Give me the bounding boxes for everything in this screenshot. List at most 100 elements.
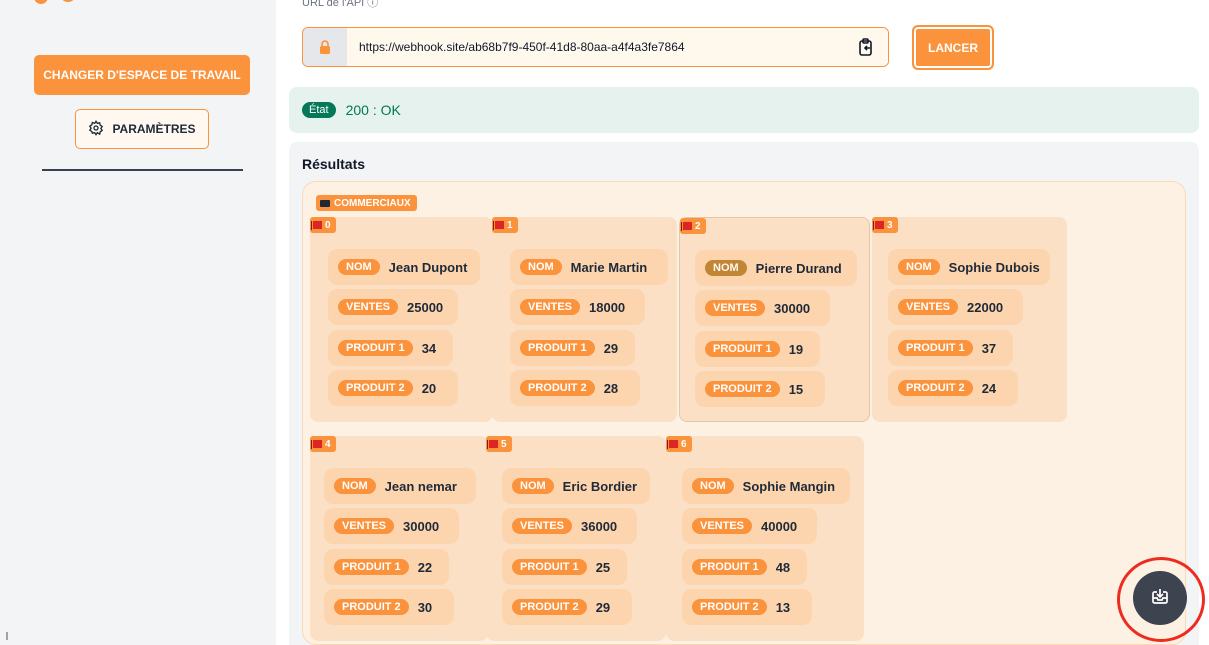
clipboard-icon[interactable] [844,28,888,66]
field-produit1: PRODUIT 1 22 [324,549,449,585]
field-key-pill: VENTES [705,300,766,316]
record-index-tag: 4 [310,436,336,452]
field-value: Eric Bordier [562,478,638,494]
field-key-pill: PRODUIT 1 [520,340,595,356]
group-tag: COMMERCIAUX [316,195,417,211]
flag-icon [493,221,504,230]
field-key-pill: PRODUIT 1 [898,340,973,356]
field-value: 20 [421,380,437,396]
field-key-pill: VENTES [512,518,573,534]
field-value: Jean Dupont [388,259,468,275]
record-card: 6 NOM Sophie Mangin VENTES 40000 PRODUIT 1 48 P… [666,436,864,641]
field-produit2: PRODUIT 2 15 [695,371,825,407]
app-logo [34,0,274,14]
download-tray-icon [1151,587,1169,610]
field-produit1: PRODUIT 1 37 [888,330,1013,366]
field-key-pill: PRODUIT 1 [334,559,409,575]
field-produit1: PRODUIT 1 25 [502,549,627,585]
field-key-pill: PRODUIT 2 [334,599,409,615]
field-key-pill: NOM [512,478,554,494]
download-button[interactable] [1133,571,1187,625]
field-key-pill: PRODUIT 1 [512,559,587,575]
field-value: 30 [417,599,433,615]
field-ventes: VENTES 25000 [328,289,458,325]
field-value: 30000 [403,518,440,534]
record-index-tag: 1 [492,217,518,233]
launch-button[interactable]: LANCER [912,25,994,70]
field-produit2: PRODUIT 2 30 [324,589,454,625]
field-value: 25000 [407,299,444,315]
record-index-tag: 3 [872,217,898,233]
record-card: 0 NOM Jean Dupont VENTES 25000 PRODUIT 1 34 PRO… [310,217,493,422]
field-value: 24 [981,380,997,396]
field-value: Marie Martin [570,259,648,275]
field-ventes: VENTES 18000 [510,289,645,325]
field-nom: NOM Eric Bordier [502,468,650,504]
field-produit2: PRODUIT 2 20 [328,370,458,406]
settings-label: PARAMÈTRES [112,122,196,136]
field-produit2: PRODUIT 2 24 [888,370,1018,406]
field-value: Sophie Dubois [948,259,1040,275]
field-key-pill: VENTES [338,299,399,315]
field-nom: NOM Jean Dupont [328,249,480,285]
field-nom: NOM Jean nemar [324,468,476,504]
field-nom: NOM Sophie Mangin [682,468,850,504]
field-ventes: VENTES 22000 [888,289,1023,325]
field-value: 29 [603,340,619,356]
field-value: 37 [981,340,997,356]
field-key-pill: PRODUIT 1 [338,340,413,356]
field-produit1: PRODUIT 1 19 [695,331,820,367]
field-nom: NOM Pierre Durand [695,250,857,286]
api-url-input[interactable]: https://webhook.site/ab68b7f9-450f-41d8-… [347,28,844,66]
change-workspace-button[interactable]: CHANGER D'ESPACE DE TRAVAIL [34,55,250,95]
sidebar: CHANGER D'ESPACE DE TRAVAIL PARAMÈTRES [0,0,276,645]
field-value: 25 [595,559,611,575]
record-card: 2 NOM Pierre Durand VENTES 30000 PRODUIT 1 19 P… [679,217,870,422]
record-card: 4 NOM Jean nemar VENTES 30000 PRODUIT 1 22 PROD… [310,436,488,641]
field-value: 34 [421,340,437,356]
field-produit1: PRODUIT 1 34 [328,330,453,366]
api-url-label: URL de l'API ⓘ [302,0,378,16]
field-produit2: PRODUIT 2 28 [510,370,640,406]
field-key-pill: VENTES [692,518,753,534]
field-value: 28 [603,380,619,396]
field-value: 15 [788,381,804,397]
record-index-tag: 5 [486,436,512,452]
flag-icon [311,221,322,230]
field-produit2: PRODUIT 2 13 [682,589,812,625]
field-key-pill: NOM [898,259,940,275]
results-title: Résultats [302,156,366,172]
field-value: 22 [417,559,433,575]
field-value: 48 [775,559,791,575]
field-key-pill: VENTES [898,299,959,315]
field-nom: NOM Marie Martin [510,249,668,285]
record-index-tag: 2 [680,218,706,234]
flag-icon [667,440,678,449]
settings-button[interactable]: PARAMÈTRES [75,109,209,149]
flag-icon [873,221,884,230]
field-produit2: PRODUIT 2 29 [502,589,632,625]
gear-icon [88,119,104,139]
status-badge: État [302,102,336,118]
status-bar: État 200 : OK [289,87,1199,133]
field-value: Jean nemar [384,478,457,494]
field-value: 18000 [589,299,626,315]
field-ventes: VENTES 30000 [324,508,459,544]
field-produit1: PRODUIT 1 48 [682,549,807,585]
record-card: 3 NOM Sophie Dubois VENTES 22000 PRODUIT 1 37 P… [872,217,1067,422]
field-produit1: PRODUIT 1 29 [510,330,635,366]
field-value: 36000 [581,518,618,534]
field-key-pill: PRODUIT 2 [898,380,973,396]
api-url-field[interactable]: https://webhook.site/ab68b7f9-450f-41d8-… [302,27,889,67]
field-ventes: VENTES 30000 [695,290,830,326]
folder-icon [320,199,330,207]
field-key-pill: VENTES [520,299,581,315]
field-key-pill: PRODUIT 2 [705,381,780,397]
field-value: Pierre Durand [755,260,842,276]
field-nom: NOM Sophie Dubois [888,249,1050,285]
flag-icon [681,222,692,231]
field-key-pill: PRODUIT 1 [705,341,780,357]
field-key-pill: NOM [520,259,562,275]
flag-icon [311,440,322,449]
field-value: 19 [788,341,804,357]
